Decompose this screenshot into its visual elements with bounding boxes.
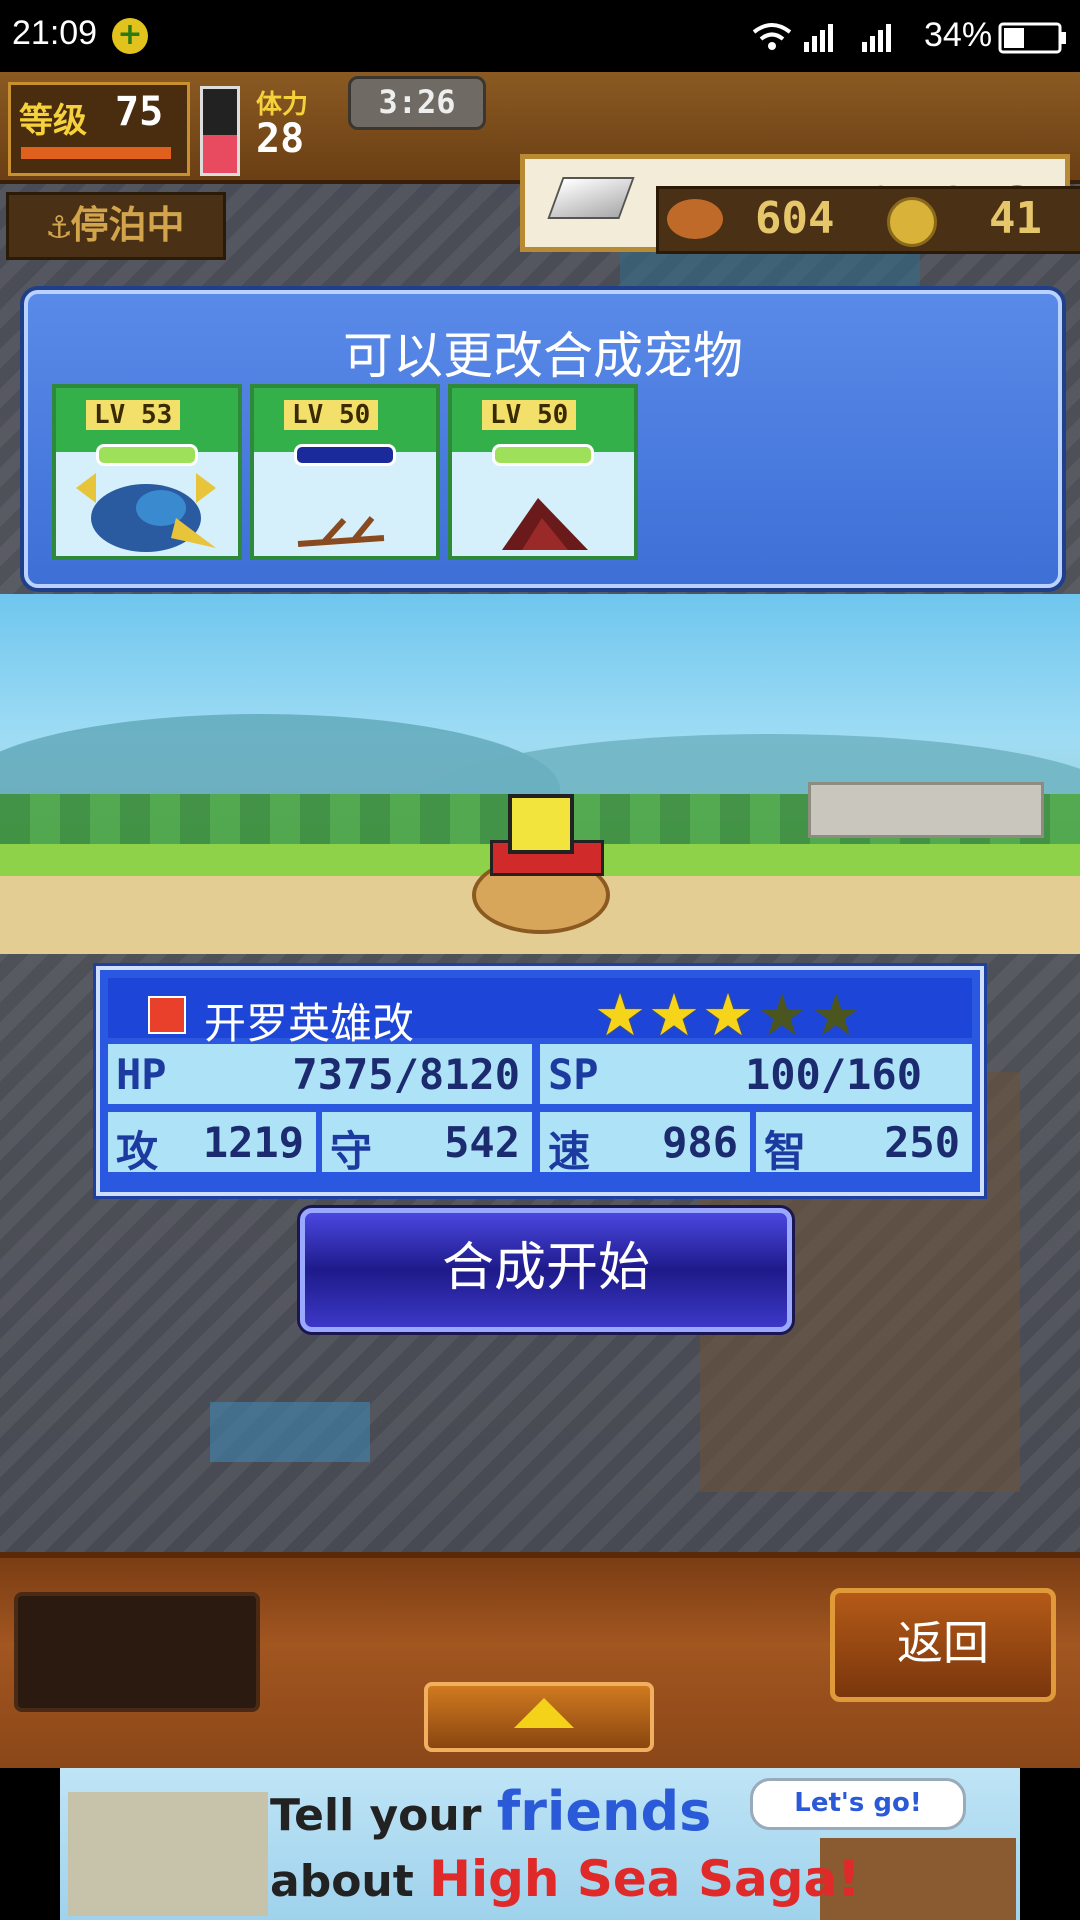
stat-speed: 速 986 xyxy=(540,1112,750,1176)
star-empty-icon: ★ xyxy=(756,981,810,1049)
rock-pile-sprite xyxy=(502,498,588,550)
start-synthesis-button[interactable]: 合成开始 xyxy=(300,1208,792,1332)
stat-label: 守 xyxy=(330,1127,373,1176)
stamina-gauge xyxy=(200,86,240,176)
star-empty-icon: ★ xyxy=(810,981,864,1049)
stat-attack: 攻 1219 xyxy=(108,1112,316,1176)
status-bar: 21:09 + 34% xyxy=(0,0,1080,72)
food-value: 604 xyxy=(755,193,835,244)
ad-text: about xyxy=(270,1856,430,1907)
ad-text: Tell your xyxy=(270,1790,497,1841)
stat-value: 7375/8120 xyxy=(292,1050,520,1099)
pet-hp-bar xyxy=(294,444,396,466)
star-filled-icon: ★ xyxy=(702,981,756,1049)
back-button[interactable]: 返回 xyxy=(830,1588,1056,1702)
bottom-bar: 返回 xyxy=(0,1552,1080,1774)
stats-header: 开罗英雄改 ★★★★★ xyxy=(108,978,972,1048)
status-time: 21:09 xyxy=(12,14,98,52)
pet-level: LV 53 xyxy=(86,400,181,430)
stat-hp: HP 7375/8120 xyxy=(108,1044,532,1104)
pet-level: LV 50 xyxy=(284,400,379,430)
stat-intelligence: 智 250 xyxy=(756,1112,972,1176)
resource-bar: 604 41 xyxy=(656,186,1080,254)
pet-card-2[interactable]: LV 50 xyxy=(250,384,440,560)
medal-value: 41 xyxy=(989,193,1042,244)
pet-panel-title: 可以更改合成宠物 xyxy=(343,327,743,385)
empty-slot xyxy=(14,1592,260,1712)
battery-icon xyxy=(998,22,1066,54)
stat-value: 250 xyxy=(884,1118,960,1167)
game-clock: 3:26 xyxy=(348,76,486,130)
stat-value: 1219 xyxy=(202,1118,304,1167)
ad-cta-button[interactable]: Let's go! xyxy=(750,1778,966,1830)
stat-label: HP xyxy=(116,1050,167,1099)
ad-content[interactable]: Tell your friends about High Sea Saga! L… xyxy=(60,1768,1020,1920)
pet-hp-bar xyxy=(492,444,594,466)
pet-stats-panel: 开罗英雄改 ★★★★★ HP 7375/8120 SP 100/160 攻 12… xyxy=(96,966,984,1196)
level-value: 75 xyxy=(115,89,164,135)
pet-card-3[interactable]: LV 50 xyxy=(448,384,638,560)
anchor-icon: ⚓ xyxy=(47,203,71,247)
level-box: 等级 75 xyxy=(8,82,190,176)
world-fountain xyxy=(210,1402,370,1462)
hero-head-sprite xyxy=(508,794,574,854)
anchored-label: 停泊中 xyxy=(70,203,185,247)
scene-ruined-wall xyxy=(808,782,1044,838)
rarity-stars: ★★★★★ xyxy=(594,986,864,1044)
stat-label: 智 xyxy=(764,1127,807,1176)
stat-value: 100/160 xyxy=(744,1050,922,1099)
ad-text-highlight: friends xyxy=(496,1780,712,1843)
stat-value: 542 xyxy=(444,1118,520,1167)
expand-menu-button[interactable] xyxy=(424,1682,654,1752)
pet-level: LV 50 xyxy=(482,400,577,430)
blue-dragon-sprite xyxy=(76,473,216,552)
pet-select-panel: 可以更改合成宠物 LV 53 LV 50 LV 50 xyxy=(24,290,1062,588)
top-hud: 等级 75 159,135G xyxy=(0,72,1080,252)
ad-castle-art xyxy=(68,1792,268,1916)
signal-icons xyxy=(752,23,891,52)
battery-percent: 34% xyxy=(924,16,993,54)
preview-scene xyxy=(0,594,1080,954)
ad-headline-2: about High Sea Saga! xyxy=(270,1850,860,1908)
up-arrow-icon xyxy=(514,1698,574,1728)
stat-sp: SP 100/160 xyxy=(540,1044,972,1104)
stat-value: 986 xyxy=(662,1118,738,1167)
silver-ingot-icon xyxy=(547,177,635,219)
anchored-status[interactable]: ⚓停泊中 xyxy=(6,192,226,260)
stat-label: 速 xyxy=(548,1127,591,1176)
star-filled-icon: ★ xyxy=(594,981,648,1049)
twig-sprite xyxy=(297,516,385,547)
pet-name: 开罗英雄改 xyxy=(204,999,415,1048)
ad-headline-1: Tell your friends xyxy=(270,1780,711,1843)
food-icon xyxy=(667,199,723,239)
fire-element-icon xyxy=(148,996,186,1034)
stat-label: SP xyxy=(548,1050,599,1099)
stamina-fill xyxy=(203,135,237,173)
pet-card-1[interactable]: LV 53 xyxy=(52,384,242,560)
notification-icon: + xyxy=(112,18,148,54)
medal-icon xyxy=(887,197,937,247)
stat-label: 攻 xyxy=(116,1127,159,1176)
star-filled-icon: ★ xyxy=(648,981,702,1049)
ad-banner[interactable]: Tell your friends about High Sea Saga! L… xyxy=(0,1768,1080,1920)
level-exp-bar xyxy=(21,147,171,159)
stamina-value: 28 xyxy=(256,116,305,162)
ad-text-highlight: High Sea Saga! xyxy=(429,1850,861,1908)
stat-defense: 守 542 xyxy=(322,1112,532,1176)
level-label: 等级 xyxy=(19,101,87,141)
